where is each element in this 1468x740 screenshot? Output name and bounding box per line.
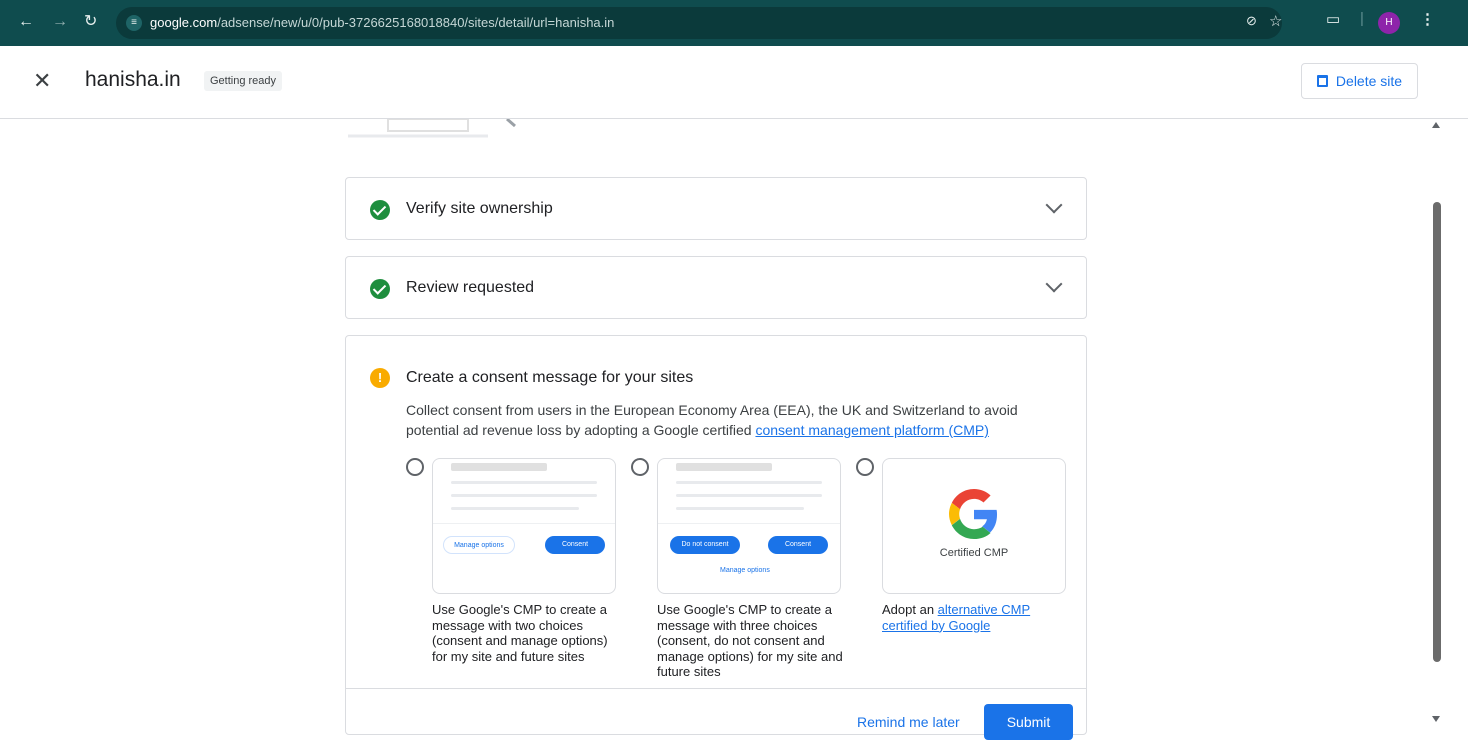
scroll-down-arrow[interactable] [1432,716,1440,722]
consent-pill: Consent [545,536,605,554]
preview-bar [676,463,772,471]
consent-description: Collect consent from users in the Europe… [406,402,1018,438]
cmp-link[interactable]: consent management platform (CMP) [755,422,988,438]
remind-me-later-button[interactable]: Remind me later [857,714,960,730]
preview-bar [676,507,804,510]
chevron-down-icon[interactable] [1045,275,1063,293]
check-circle-icon [370,200,390,220]
browser-toolbar: ← → ↻ ≡ google.com/adsense/new/u/0/pub-3… [0,0,1468,46]
back-icon[interactable]: ← [18,13,34,31]
option-description: Adopt an alternative CMP certified by Go… [882,602,1031,633]
manage-options-pill: Manage options [443,536,515,554]
step-title: Review requested [406,279,535,296]
extensions-icon[interactable]: ▭ [1326,10,1340,28]
step-title: Verify site ownership [406,200,553,217]
chevron-down-icon[interactable] [1045,196,1063,214]
preview-bar [676,494,822,497]
consent-pill: Consent [768,536,828,554]
forward-icon[interactable]: → [52,13,68,31]
delete-site-label: Delete site [1335,73,1403,89]
warning-icon: ! [370,368,390,388]
option-description: Use Google's CMP to create a message wit… [657,602,843,679]
preview-bar [451,463,547,471]
reload-icon[interactable]: ↻ [84,13,97,31]
close-icon[interactable]: ✕ [33,68,51,94]
preview-certified-cmp: Certified CMP [882,458,1066,594]
check-circle-icon [370,279,390,299]
step-review-requested[interactable]: Review requested [345,256,1087,319]
consent-title: Create a consent message for your sites [406,369,694,386]
status-badge: Getting ready [204,71,283,91]
step-verify-site-ownership[interactable]: Verify site ownership [345,177,1087,240]
profile-avatar[interactable]: H [1378,12,1400,34]
trash-icon [1316,75,1328,87]
card-footer-divider [346,688,1086,689]
preview-bar [676,481,822,484]
submit-button[interactable]: Submit [984,704,1073,740]
scroll-up-arrow[interactable] [1432,122,1440,128]
address-bar[interactable]: ≡ google.com/adsense/new/u/0/pub-3726625… [116,7,1282,39]
do-not-consent-pill: Do not consent [670,536,740,554]
consent-message-card: ! Create a consent message for your site… [345,335,1087,740]
preview-three-choices: Do not consent Consent Manage options [657,458,841,594]
preview-divider [658,523,840,524]
radio-certified-cmp[interactable] [856,458,874,476]
radio-two-choices[interactable] [406,458,424,476]
divider: | [1360,10,1364,27]
eye-off-icon[interactable]: ⊘ [1246,13,1257,29]
google-logo-icon [949,489,998,539]
site-title: hanisha.in [85,68,181,91]
preview-divider [433,523,615,524]
illustration [348,119,488,138]
option-description: Use Google's CMP to create a message wit… [432,602,608,664]
radio-three-choices[interactable] [631,458,649,476]
manage-options-text: Manage options [720,567,770,574]
illustration-fragment [506,119,516,127]
site-settings-icon[interactable]: ≡ [126,15,142,31]
star-icon[interactable]: ☆ [1269,12,1282,30]
preview-two-choices: Manage options Consent [432,458,616,594]
scrollbar-thumb[interactable] [1433,202,1441,662]
menu-icon[interactable]: ⋮ [1420,10,1435,28]
delete-site-button[interactable]: Delete site [1301,63,1418,99]
certified-cmp-label: Certified CMP [939,547,1009,559]
preview-bar [451,481,597,484]
page-header: ✕ hanisha.in Getting ready Delete site [0,46,1468,119]
preview-bar [451,507,579,510]
preview-bar [451,494,597,497]
url-text[interactable]: google.com/adsense/new/u/0/pub-372662516… [150,15,614,30]
